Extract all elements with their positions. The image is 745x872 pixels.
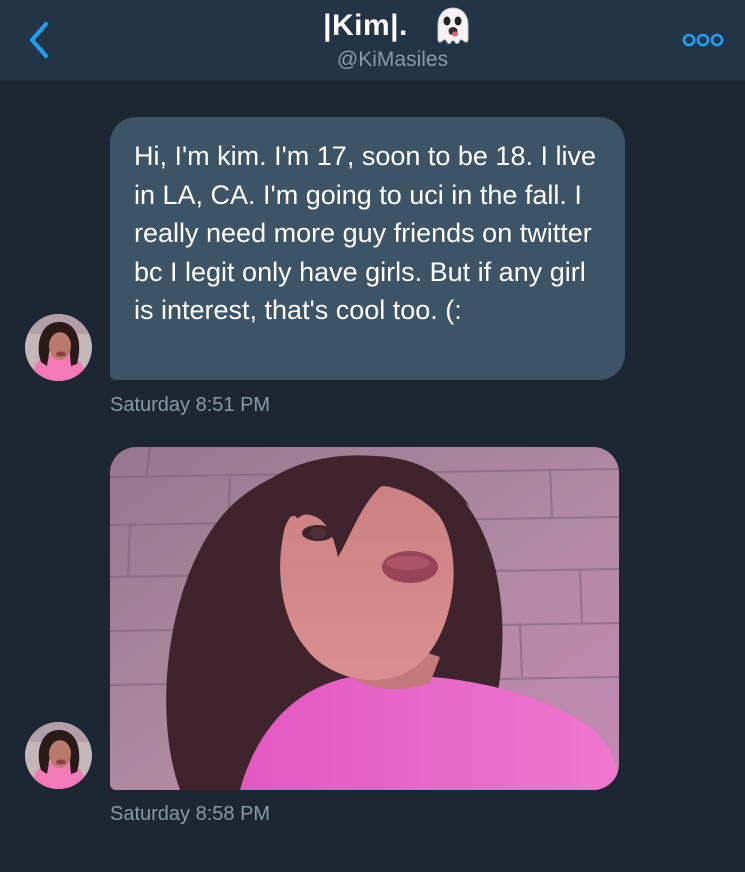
ghost-icon <box>434 6 472 46</box>
message-timestamp: Saturday 8:58 PM <box>110 803 271 825</box>
message-photo[interactable] <box>110 447 619 790</box>
conversation-header: |Kim|. @KiMasiles <box>0 0 745 82</box>
more-options-button[interactable] <box>681 28 725 52</box>
avatar[interactable] <box>25 722 92 789</box>
avatar[interactable] <box>25 314 92 381</box>
conversation-handle: @KiMasiles <box>336 48 449 71</box>
more-dots-icon <box>682 33 724 47</box>
header-title-block[interactable]: |Kim|. @KiMasiles <box>0 6 745 72</box>
message-timestamp: Saturday 8:51 PM <box>110 394 271 416</box>
conversation-title: |Kim|. <box>323 9 408 42</box>
message-bubble-text[interactable]: Hi, I'm kim. I'm 17, soon to be 18. I li… <box>110 117 625 380</box>
